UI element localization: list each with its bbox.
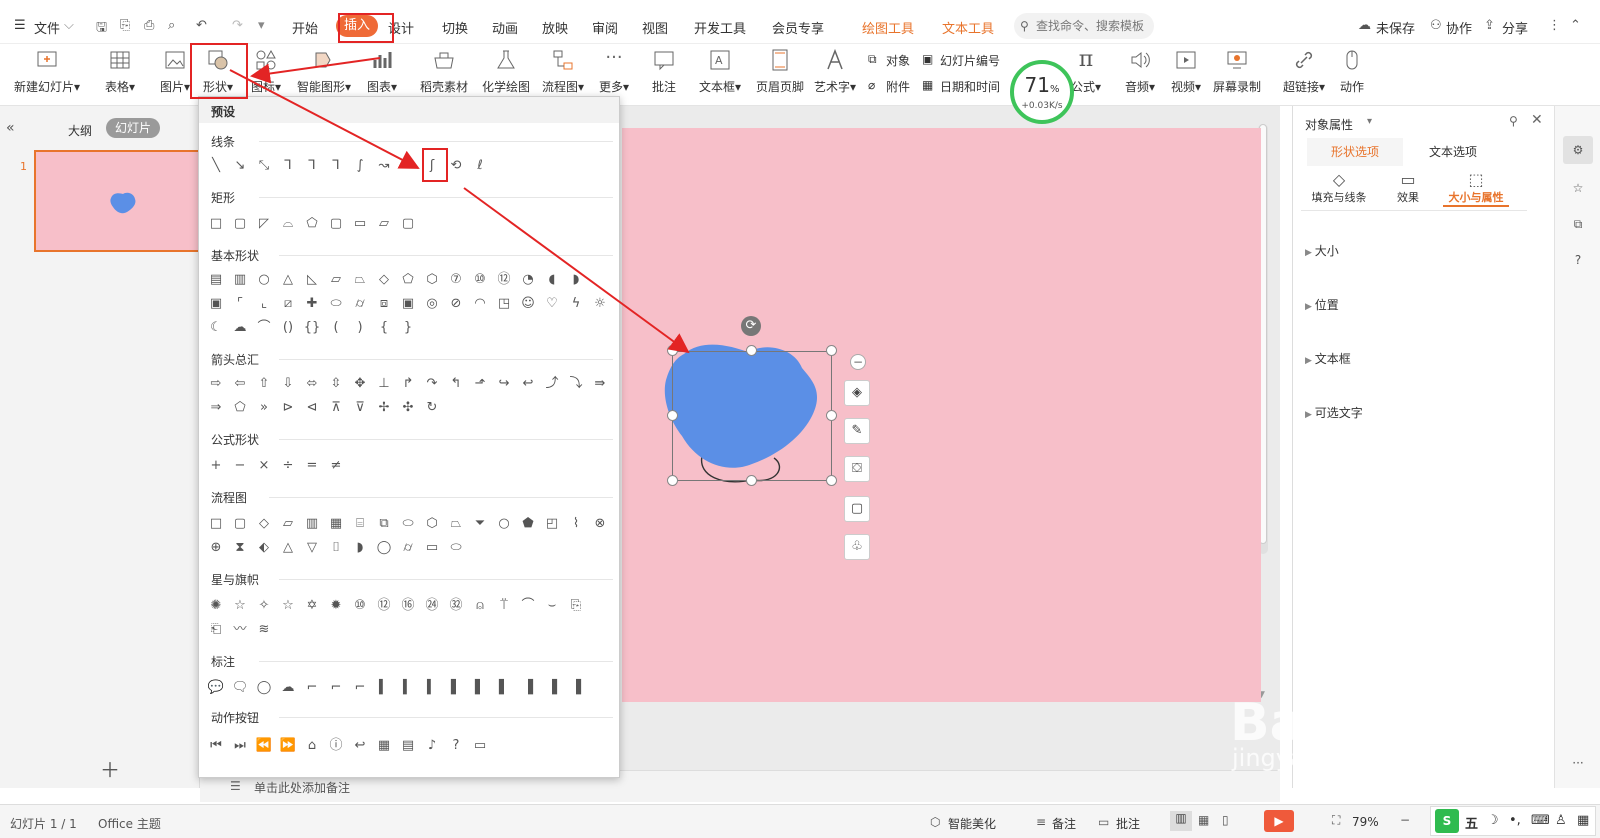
watermark-url: jingyan.baidu.com <box>1232 744 1454 772</box>
